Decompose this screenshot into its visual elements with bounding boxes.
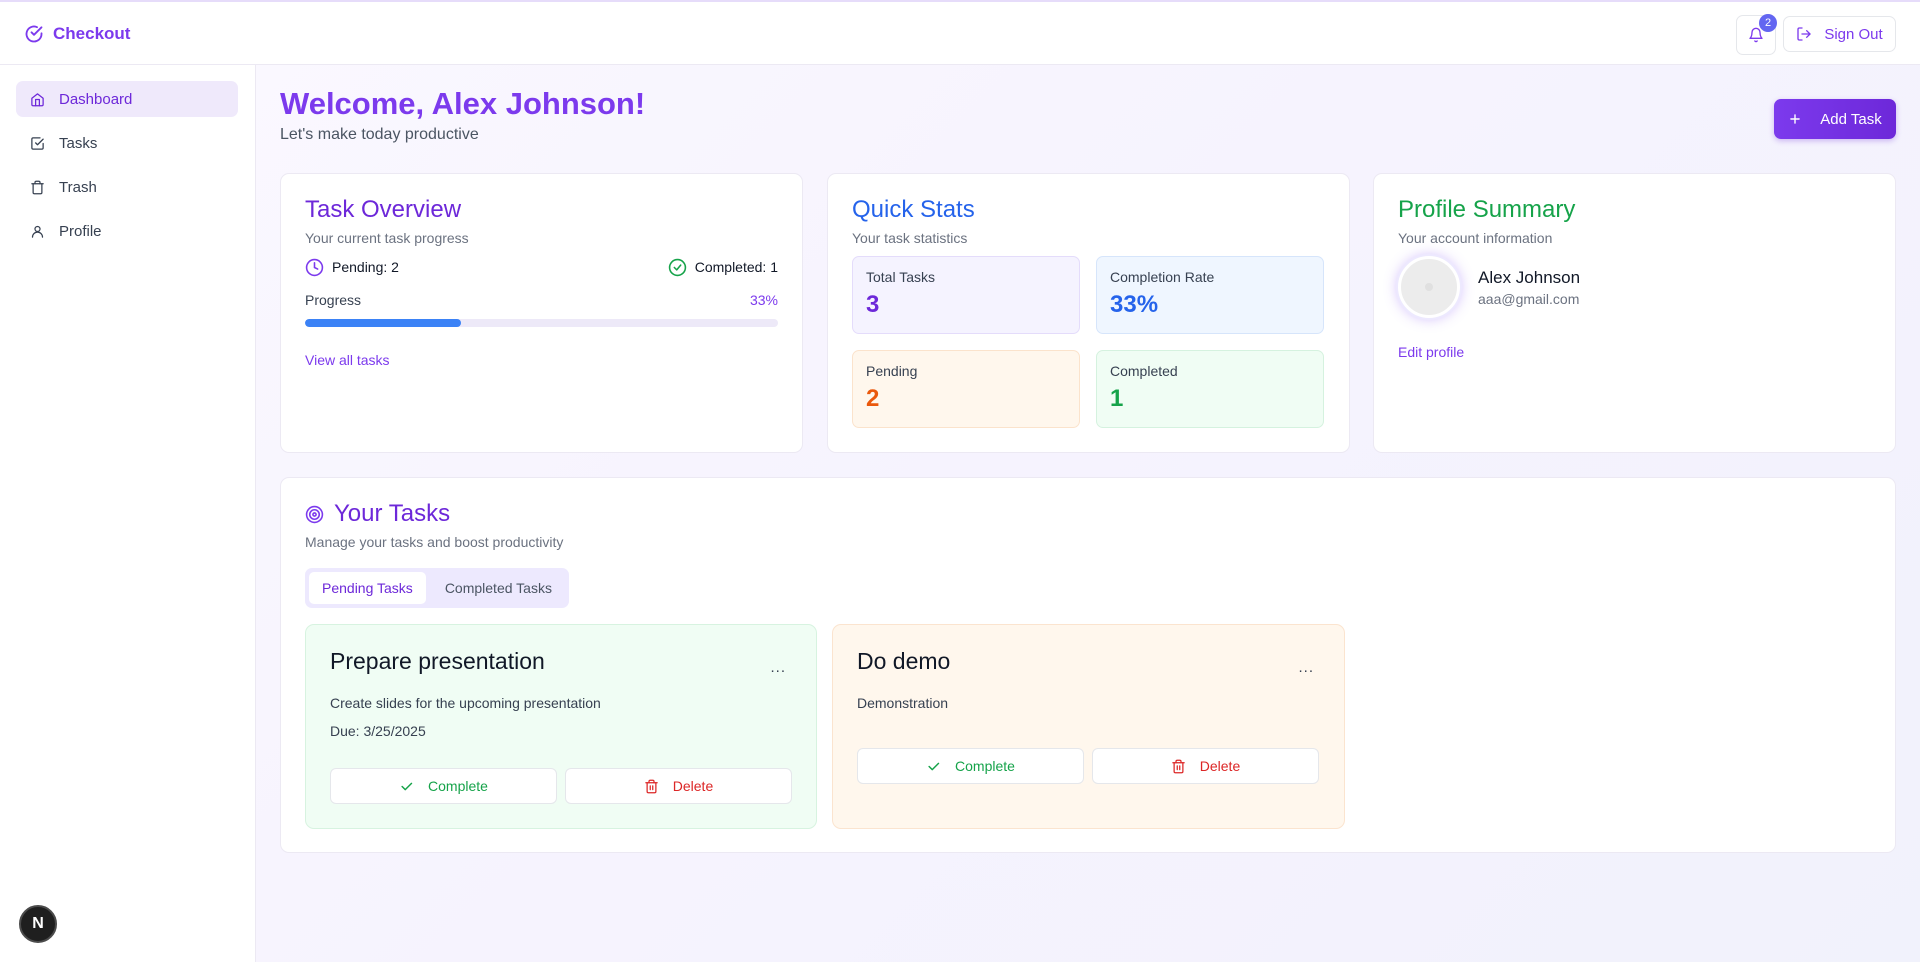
completed-label: Completed: 1 xyxy=(694,259,778,275)
stat-label: Pending xyxy=(866,363,918,379)
stat-completion-rate: Completion Rate 33% xyxy=(1096,256,1324,334)
your-tasks-card: Your Tasks Manage your tasks and boost p… xyxy=(280,477,1896,853)
add-task-button[interactable]: Add Task xyxy=(1774,99,1896,139)
task-title: Prepare presentation xyxy=(330,648,545,674)
task-title: Do demo xyxy=(857,648,951,674)
check-icon xyxy=(399,779,414,794)
quick-stats-card: Quick Stats Your task statistics Total T… xyxy=(827,173,1350,453)
complete-label: Complete xyxy=(955,758,1015,774)
progress-bar-fill xyxy=(305,319,462,327)
progress-bar xyxy=(305,319,778,327)
task-counts-row: Pending: 2 Completed: 1 xyxy=(305,256,778,278)
welcome-title: Welcome, Alex Johnson! xyxy=(280,86,646,121)
sidebar-item-tasks[interactable]: Tasks xyxy=(16,125,238,161)
completed-count: Completed: 1 xyxy=(668,258,778,277)
section-header: Your Tasks xyxy=(305,500,450,528)
tab-completed-tasks[interactable]: Completed Tasks xyxy=(432,572,565,604)
avatar xyxy=(1398,256,1460,318)
stat-value: 3 xyxy=(866,291,880,318)
stat-total-tasks: Total Tasks 3 xyxy=(852,256,1080,334)
stat-value: 2 xyxy=(866,385,880,412)
stat-label: Total Tasks xyxy=(866,269,935,285)
card-subtitle: Your task statistics xyxy=(852,230,968,246)
task-card: Prepare presentation ... Create slides f… xyxy=(305,624,817,829)
section-subtitle: Manage your tasks and boost productivity xyxy=(305,534,564,550)
check-square-icon xyxy=(30,136,45,151)
progress-percent: 33% xyxy=(749,292,778,308)
profile-summary-card: Profile Summary Your account information… xyxy=(1373,173,1896,453)
check-circle-icon xyxy=(24,24,44,44)
check-circle-icon xyxy=(668,258,687,277)
edit-profile-link[interactable]: Edit profile xyxy=(1398,344,1464,360)
card-title: Profile Summary xyxy=(1398,196,1576,223)
sidebar: Dashboard Tasks Trash Profile xyxy=(0,65,256,962)
card-title: Quick Stats xyxy=(852,196,975,223)
stat-value: 1 xyxy=(1110,385,1124,412)
sidebar-item-label: Dashboard xyxy=(59,90,133,108)
welcome-subtitle: Let's make today productive xyxy=(280,126,479,143)
tab-pending-tasks[interactable]: Pending Tasks xyxy=(309,572,426,604)
card-title: Task Overview xyxy=(305,196,462,223)
stat-completed: Completed 1 xyxy=(1096,350,1324,428)
trash-icon xyxy=(30,180,45,195)
more-options-icon[interactable]: ... xyxy=(1298,659,1314,676)
task-description: Create slides for the upcoming presentat… xyxy=(330,695,601,711)
more-options-icon[interactable]: ... xyxy=(770,659,786,676)
user-icon xyxy=(30,224,45,239)
task-overview-card: Task Overview Your current task progress… xyxy=(280,173,803,453)
sidebar-item-label: Trash xyxy=(59,178,97,196)
sidebar-item-label: Tasks xyxy=(59,134,98,152)
section-title: Your Tasks xyxy=(334,500,451,527)
progress-row: Progress 33% xyxy=(305,292,778,308)
profile-name: Alex Johnson xyxy=(1478,268,1581,287)
task-tabs: Pending Tasks Completed Tasks xyxy=(305,568,569,608)
card-subtitle: Your current task progress xyxy=(305,230,469,246)
profile-email: aaa@gmail.com xyxy=(1478,291,1580,307)
sidebar-item-label: Profile xyxy=(59,222,102,240)
stat-pending: Pending 2 xyxy=(852,350,1080,428)
stat-value: 33% xyxy=(1110,291,1159,318)
pending-count: Pending: 2 xyxy=(305,258,399,277)
complete-label: Complete xyxy=(428,778,488,794)
card-subtitle: Your account information xyxy=(1398,230,1553,246)
plus-icon xyxy=(1788,112,1802,126)
delete-button[interactable]: Delete xyxy=(1092,748,1319,784)
add-task-label: Add Task xyxy=(1820,110,1882,128)
home-icon xyxy=(30,92,45,107)
task-card: Do demo ... Demonstration Complete Delet… xyxy=(832,624,1345,829)
delete-label: Delete xyxy=(672,778,714,794)
brand[interactable]: Checkout xyxy=(24,24,130,44)
target-icon xyxy=(305,505,324,524)
log-out-icon xyxy=(1796,26,1812,42)
notifications-button[interactable]: 2 xyxy=(1736,14,1777,55)
progress-label: Progress xyxy=(305,292,362,308)
sidebar-item-trash[interactable]: Trash xyxy=(16,169,238,205)
complete-button[interactable]: Complete xyxy=(857,748,1084,784)
stat-label: Completion Rate xyxy=(1110,269,1215,285)
sidebar-item-dashboard[interactable]: Dashboard xyxy=(16,81,238,117)
task-due-date: Due: 3/25/2025 xyxy=(330,723,426,739)
sign-out-label: Sign Out xyxy=(1824,25,1883,43)
sign-out-button[interactable]: Sign Out xyxy=(1783,16,1896,52)
task-description: Demonstration xyxy=(857,695,949,711)
check-icon xyxy=(926,759,941,774)
delete-label: Delete xyxy=(1199,758,1241,774)
view-all-tasks-link[interactable]: View all tasks xyxy=(305,352,390,368)
clock-icon xyxy=(305,258,324,277)
stat-label: Completed xyxy=(1110,363,1178,379)
brand-name: Checkout xyxy=(53,24,131,43)
notification-count-badge: 2 xyxy=(1759,14,1777,32)
framework-badge[interactable]: N xyxy=(19,905,57,943)
delete-button[interactable]: Delete xyxy=(565,768,792,804)
trash-icon xyxy=(644,779,659,794)
complete-button[interactable]: Complete xyxy=(330,768,557,804)
top-header: Checkout 2 Sign Out xyxy=(0,0,1920,65)
trash-icon xyxy=(1171,759,1186,774)
sidebar-item-profile[interactable]: Profile xyxy=(16,213,238,249)
pending-label: Pending: 2 xyxy=(332,259,399,275)
